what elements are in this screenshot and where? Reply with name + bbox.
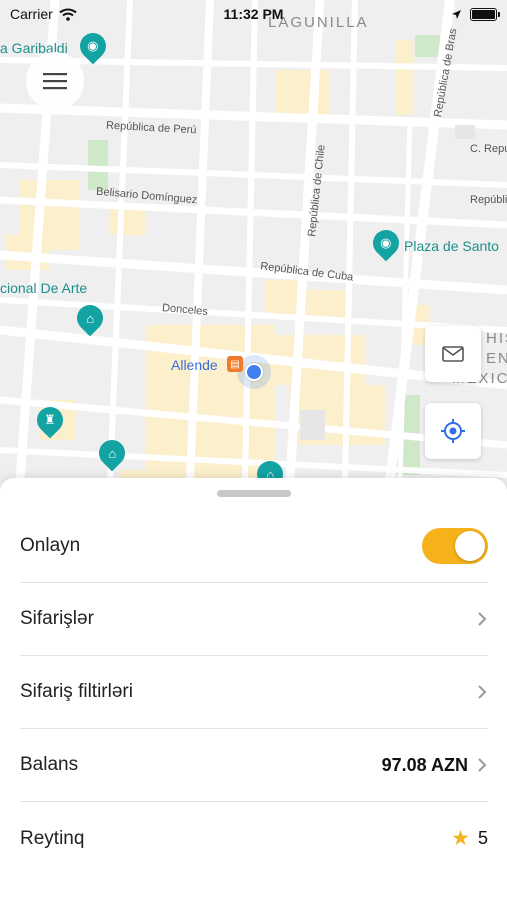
sheet-drag-handle[interactable] <box>217 490 291 497</box>
rating-row[interactable]: Reytinq ★ 5 <box>20 802 488 875</box>
status-bar: Carrier 11:32 PM <box>0 0 507 28</box>
messages-button[interactable] <box>425 326 481 382</box>
balance-value: 97.08 AZN <box>381 754 468 775</box>
menu-button[interactable] <box>26 52 84 110</box>
bottom-sheet: Onlayn Sifarişlər Sifariş filtirləri Bal… <box>0 478 507 900</box>
status-time: 11:32 PM <box>223 6 284 22</box>
current-location-dot <box>245 363 263 381</box>
balance-row[interactable]: Balans 97.08 AZN <box>20 729 488 802</box>
wifi-icon <box>59 8 77 21</box>
online-row[interactable]: Onlayn <box>20 510 488 583</box>
online-label: Onlayn <box>20 535 81 556</box>
location-arrow-icon <box>452 9 461 19</box>
chevron-right-icon <box>478 758 487 772</box>
crosshair-icon <box>441 419 465 443</box>
rating-label: Reytinq <box>20 827 85 849</box>
map-label-republica-right: República de <box>470 194 507 206</box>
rating-value: 5 <box>477 828 488 848</box>
map-label-plaza-santo: Plaza de Santo <box>404 238 499 254</box>
map-label-historic-1: HIST <box>486 330 507 347</box>
balance-label: Balans <box>20 754 79 775</box>
star-icon: ★ <box>451 827 470 850</box>
map-label-c-republica: C. Repu <box>470 143 507 155</box>
orders-label: Sifarişlər <box>20 608 94 629</box>
order-filters-row[interactable]: Sifariş filtirləri <box>20 656 488 729</box>
toggle-knob <box>455 531 485 561</box>
order-filters-label: Sifariş filtirləri <box>20 681 133 702</box>
online-toggle[interactable] <box>422 528 488 564</box>
orders-row[interactable]: Sifarişlər <box>20 583 488 656</box>
locate-me-button[interactable] <box>425 403 481 459</box>
map-label-nacional-arte: cional De Arte <box>0 280 88 296</box>
carrier-label: Carrier <box>10 6 53 22</box>
map-label-historic-2: ENT <box>486 350 507 367</box>
map-label-allende: Allende <box>171 357 218 373</box>
chevron-right-icon <box>478 612 487 626</box>
mail-icon <box>442 346 464 362</box>
metro-icon[interactable]: ▤ <box>227 356 243 372</box>
hamburger-icon <box>43 73 67 90</box>
battery-icon <box>470 7 500 21</box>
chevron-right-icon <box>478 685 487 699</box>
